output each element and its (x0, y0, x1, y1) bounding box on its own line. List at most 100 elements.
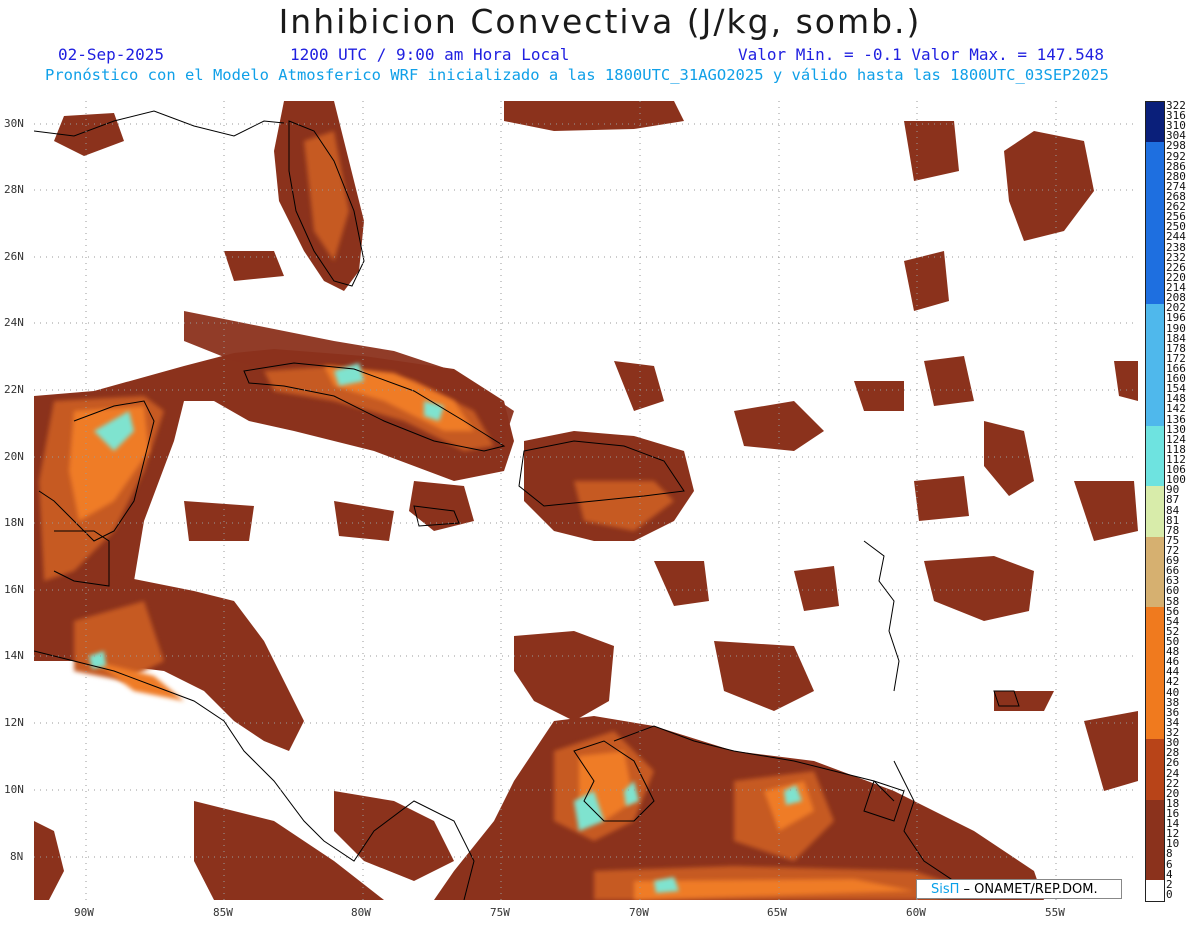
color-bar-segment (1146, 546, 1164, 557)
color-bar-segment (1146, 556, 1164, 568)
map-canvas (34, 101, 1138, 900)
color-bar-segment (1146, 738, 1164, 749)
color-bar-segment (1146, 829, 1164, 840)
color-bar-segment (1146, 314, 1164, 325)
credit-box: SisΠ – ONAMET/REP.DOM. (916, 879, 1122, 899)
color-bar-segment (1146, 102, 1164, 113)
credit-text: – ONAMET/REP.DOM. (959, 882, 1098, 897)
color-bar-segment (1146, 122, 1164, 133)
color-bar-segment (1146, 860, 1164, 871)
color-bar-segment (1146, 890, 1164, 901)
forecast-description: Pronóstico con el Modelo Atmosferico WRF… (45, 66, 1109, 84)
color-bar-segment (1146, 688, 1164, 699)
color-bar-segment (1146, 536, 1164, 547)
color-bar-segment (1146, 445, 1164, 456)
credit-brand: SisΠ (931, 882, 960, 897)
color-bar-segment (1146, 324, 1164, 335)
color-bar-segment (1146, 789, 1164, 800)
color-bar-segment (1146, 779, 1164, 790)
color-bar-segment (1146, 728, 1164, 739)
color-bar-segment (1146, 678, 1164, 689)
color-bar-segment (1146, 668, 1164, 679)
color-bar-segment (1146, 486, 1164, 497)
color-bar-segment (1146, 516, 1164, 527)
lat-label-12n: 12N (4, 716, 24, 729)
lon-label-75w: 75W (490, 906, 510, 919)
color-bar-segment (1146, 597, 1164, 608)
color-bar-segment (1146, 496, 1164, 507)
lat-label-20n: 20N (4, 450, 24, 463)
lon-label-85w: 85W (213, 906, 233, 919)
color-bar-segment (1146, 435, 1164, 446)
color-bar-segment (1146, 172, 1164, 183)
color-bar-segment (1146, 526, 1164, 537)
color-bar-segment (1146, 132, 1164, 143)
color-bar-segment (1146, 213, 1164, 224)
lat-label-8n: 8N (10, 850, 24, 863)
lat-label-10n: 10N (4, 783, 24, 796)
map-title: Inhibicion Convectiva (J/kg, somb.) (278, 2, 922, 41)
cin-field (34, 101, 1138, 900)
color-bar-segment (1146, 819, 1164, 830)
color-bar-segment (1146, 415, 1164, 426)
lon-label-80w: 80W (351, 906, 371, 919)
color-bar-segment (1146, 850, 1164, 861)
color-bar-segment (1146, 233, 1164, 244)
color-bar-segment (1146, 192, 1164, 204)
color-bar-segment (1146, 708, 1164, 719)
lat-label-18n: 18N (4, 516, 24, 529)
color-bar-segment (1146, 587, 1164, 598)
color-bar-segment (1146, 354, 1164, 365)
color-bar-segment (1146, 425, 1164, 436)
color-bar-segment (1146, 203, 1164, 214)
color-bar-segment (1146, 304, 1164, 315)
color-bar-segment (1146, 749, 1164, 760)
color-bar-segment (1146, 759, 1164, 770)
lat-label-16n: 16N (4, 583, 24, 596)
color-bar-segment (1146, 364, 1164, 375)
color-bar-label: 0 (1166, 887, 1173, 901)
lon-label-90w: 90W (74, 906, 94, 919)
lon-label-55w: 55W (1045, 906, 1065, 919)
lat-label-26n: 26N (4, 250, 24, 263)
color-bar-segment (1146, 283, 1164, 295)
color-bar-segment (1146, 374, 1164, 386)
color-bar-segment (1146, 637, 1164, 648)
color-bar-segment (1146, 162, 1164, 173)
color-bar-segment (1146, 880, 1164, 891)
color-bar-segment (1146, 182, 1164, 193)
valid-time: 1200 UTC / 9:00 am Hora Local (290, 45, 570, 64)
color-bar-segment (1146, 405, 1164, 416)
valid-date: 02-Sep-2025 (58, 45, 164, 64)
color-bar-segment (1146, 506, 1164, 517)
min-max-values: Valor Min. = -0.1 Valor Max. = 147.548 (738, 45, 1105, 64)
color-bar-segment (1146, 465, 1164, 477)
color-bar-segment (1146, 455, 1164, 466)
color-bar-segment (1146, 112, 1164, 123)
color-bar-segment (1146, 617, 1164, 628)
color-bar-segment (1146, 142, 1164, 153)
lat-label-22n: 22N (4, 383, 24, 396)
color-bar-segment (1146, 223, 1164, 234)
color-bar (1145, 101, 1165, 902)
lat-label-14n: 14N (4, 649, 24, 662)
color-bar-segment (1146, 870, 1164, 881)
color-bar-segment (1146, 627, 1164, 638)
color-bar-segment (1146, 476, 1164, 487)
color-bar-segment (1146, 243, 1164, 254)
color-bar-segment (1146, 334, 1164, 345)
lon-label-65w: 65W (767, 906, 787, 919)
color-bar-segment (1146, 718, 1164, 729)
lon-label-70w: 70W (629, 906, 649, 919)
color-bar-segment (1146, 799, 1164, 810)
color-bar-segment (1146, 607, 1164, 618)
color-bar-segment (1146, 567, 1164, 578)
map-panel (34, 101, 1138, 900)
lat-label-30n: 30N (4, 117, 24, 130)
color-bar-segment (1146, 263, 1164, 274)
color-bar-segment (1146, 658, 1164, 669)
color-bar-segment (1146, 344, 1164, 355)
color-bar-segment (1146, 253, 1164, 264)
color-bar-segment (1146, 273, 1164, 284)
lat-label-28n: 28N (4, 183, 24, 196)
